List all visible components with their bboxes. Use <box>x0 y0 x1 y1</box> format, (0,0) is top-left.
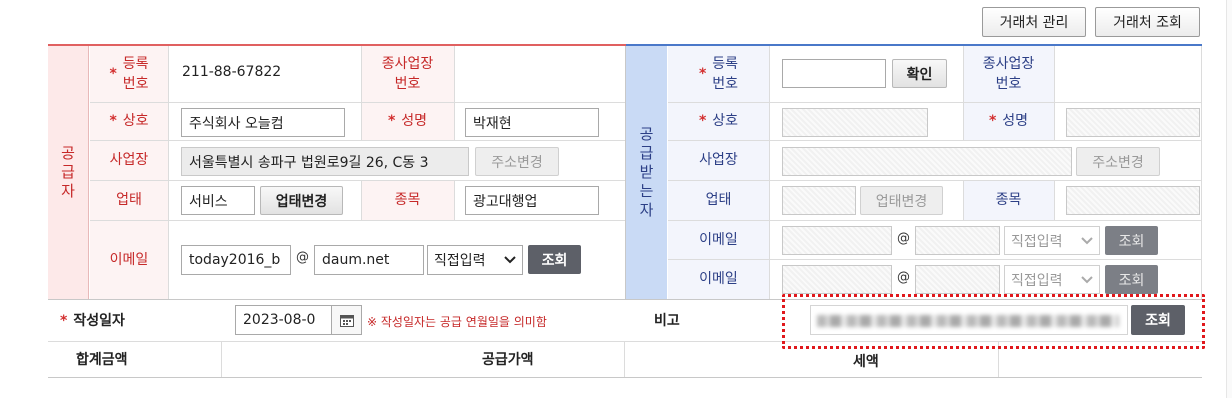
supplier-email-search-button[interactable]: 조회 <box>528 245 581 274</box>
blurred-text <box>817 315 1119 327</box>
supplier-reg-no-label: * 등록 번호 <box>109 56 149 92</box>
receiver-biz-type-input[interactable] <box>782 186 856 215</box>
supplier-email-id-input[interactable]: today2016_b <box>181 245 291 275</box>
supplier-item-input[interactable]: 광고대행업 <box>465 186 599 215</box>
supplier-company-label: * 상호 <box>109 113 149 129</box>
calendar-button[interactable] <box>332 305 362 335</box>
supplier-address-label: 사업장 <box>109 152 149 168</box>
supplier-item-label: 종목 <box>394 192 421 208</box>
supplier-sub-biz-label: 종사업장 번호 <box>381 56 434 92</box>
receiver-company-input[interactable] <box>782 108 928 137</box>
remark-input[interactable] <box>810 305 1128 335</box>
receiver-name-input[interactable] <box>1066 108 1200 137</box>
supply-amount-label: 공급가액 <box>482 352 534 368</box>
supplier-email-domain-select[interactable]: 직접입력 <box>427 245 523 275</box>
receiver-reg-no-label: * 등록 번호 <box>698 56 739 92</box>
receiver-email2-domain-select[interactable]: 직접입력 <box>1004 265 1100 294</box>
supplier-company-input[interactable]: 주식회사 오늘컴 <box>181 108 345 137</box>
receiver-email2-label: 이메일 <box>699 271 738 287</box>
date-note: ※ 작성일자는 공급 연월일을 의미함 <box>367 315 547 329</box>
receiver-address-label: 사업장 <box>699 152 738 168</box>
receiver-section-label: 공급받는자 <box>626 46 667 299</box>
supplier-biz-type-label: 업태 <box>116 192 142 208</box>
receiver-email1-id-input[interactable] <box>782 226 892 255</box>
receiver-item-label: 종목 <box>995 192 1022 208</box>
supplier-address-input[interactable]: 서울특별시 송파구 법원로9길 26, C동 3 <box>181 147 469 176</box>
receiver-address-input[interactable] <box>782 147 1072 176</box>
receiver-email1-domain-input[interactable] <box>915 226 1000 255</box>
receiver-company-label: * 상호 <box>698 113 739 129</box>
supplier-name-input[interactable]: 박재현 <box>465 108 599 137</box>
supplier-reg-no-value: 211-88-67822 <box>182 64 282 80</box>
receiver-item-input[interactable] <box>1066 186 1200 215</box>
receiver-email1-domain-select[interactable]: 직접입력 <box>1004 226 1100 255</box>
supplier-name-label: * 성명 <box>387 113 428 129</box>
receiver-email2-domain-input[interactable] <box>915 265 1000 294</box>
remark-label: 비고 <box>654 313 680 329</box>
email-at-sign: @ <box>897 231 910 246</box>
partner-manage-button[interactable]: 거래처 관리 <box>982 7 1086 37</box>
partner-search-button[interactable]: 거래처 조회 <box>1095 7 1200 37</box>
receiver-email2-search-button[interactable]: 조회 <box>1105 265 1158 294</box>
chevron-down-icon <box>1081 236 1093 244</box>
total-amount-label: 합계금액 <box>76 352 128 368</box>
email-at-sign: @ <box>296 250 309 265</box>
receiver-sub-biz-label: 종사업장 번호 <box>982 56 1035 92</box>
date-label: * 작성일자 <box>60 313 125 329</box>
supplier-email-label: 이메일 <box>109 251 149 268</box>
remark-search-button[interactable]: 조회 <box>1131 305 1185 335</box>
supplier-biz-type-input[interactable]: 서비스 <box>181 186 255 215</box>
receiver-name-label: * 성명 <box>988 113 1029 129</box>
receiver-biz-type-change-button[interactable]: 업태변경 <box>860 186 943 215</box>
supplier-biz-type-change-button[interactable]: 업태변경 <box>260 186 343 215</box>
receiver-biz-type-label: 업태 <box>705 192 732 208</box>
receiver-email1-label: 이메일 <box>699 231 738 248</box>
receiver-confirm-button[interactable]: 확인 <box>892 59 947 88</box>
receiver-address-change-button[interactable]: 주소변경 <box>1076 147 1160 176</box>
receiver-email2-id-input[interactable] <box>782 265 892 294</box>
calendar-icon <box>339 314 354 327</box>
tax-amount-label: 세액 <box>853 354 879 370</box>
supplier-address-change-button[interactable]: 주소변경 <box>475 147 559 176</box>
receiver-reg-no-input[interactable] <box>782 59 886 88</box>
chevron-down-icon <box>1081 275 1093 283</box>
receiver-email1-search-button[interactable]: 조회 <box>1105 226 1158 255</box>
required-marker: * <box>109 66 117 82</box>
scrollbar[interactable] <box>1226 0 1232 398</box>
email-at-sign: @ <box>897 270 910 285</box>
chevron-down-icon <box>504 256 516 264</box>
supplier-section-label: 공급자 <box>48 46 89 299</box>
date-input[interactable]: 2023-08-0 <box>235 305 332 335</box>
supplier-email-domain-input[interactable]: daum.net <box>314 245 424 275</box>
